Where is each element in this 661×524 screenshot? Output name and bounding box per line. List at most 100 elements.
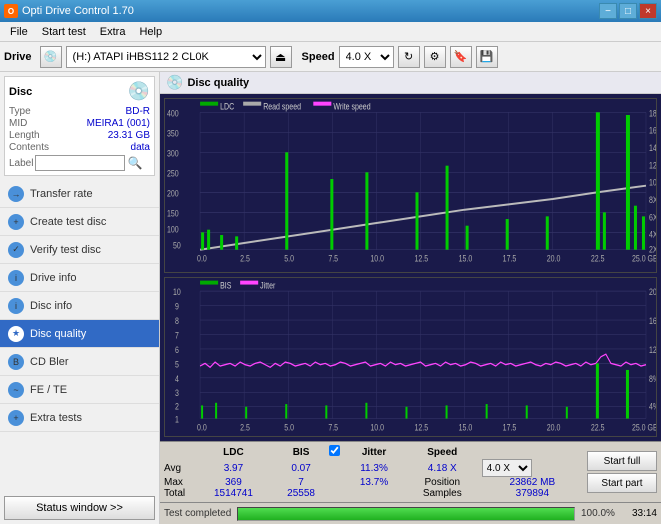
bookmark-button[interactable]: 🔖: [450, 46, 472, 68]
svg-text:8%: 8%: [649, 374, 656, 384]
svg-text:5: 5: [175, 360, 179, 370]
svg-text:12.5: 12.5: [415, 423, 429, 433]
progress-bar-container: Test completed 100.0% 33:14: [160, 502, 661, 524]
max-bis: 7: [273, 477, 329, 488]
svg-text:20.0: 20.0: [547, 254, 561, 264]
transfer-rate-icon: →: [8, 186, 24, 202]
svg-text:15.0: 15.0: [459, 423, 473, 433]
avg-ldc: 3.97: [194, 459, 273, 477]
cd-bler-icon: B: [8, 354, 24, 370]
nav-create-test-disc[interactable]: + Create test disc: [0, 208, 159, 236]
disc-contents-value: data: [131, 142, 150, 153]
svg-text:200: 200: [167, 188, 179, 198]
stats-max-row: Max 369 7 13.7% Position 23862 MB: [164, 477, 583, 488]
svg-text:8: 8: [175, 316, 179, 326]
total-ldc: 1514741: [194, 488, 273, 499]
samples-value: 379894: [482, 488, 583, 499]
progress-bar-fill: [238, 508, 574, 520]
start-part-button[interactable]: Start part: [587, 473, 657, 493]
disc-type-value: BD-R: [126, 106, 150, 117]
app-icon: O: [4, 4, 18, 18]
menu-help[interactable]: Help: [133, 24, 168, 40]
sidebar: Disc 💿 Type BD-R MID MEIRA1 (001) Length…: [0, 72, 160, 524]
toolbar: Drive 💿 (H:) ATAPI iHBS112 2 CL0K ⏏ Spee…: [0, 42, 661, 72]
disc-panel-title: Disc: [9, 86, 32, 98]
extra-tests-icon: +: [8, 410, 24, 426]
nav-cd-bler[interactable]: B CD Bler: [0, 348, 159, 376]
svg-text:25.0 GB: 25.0 GB: [632, 254, 656, 264]
stats-bar: LDC BIS Jitter Speed Avg 3.97 0.07: [160, 441, 661, 502]
ldc-chart: LDC Read speed Write speed 400 350 300 2…: [164, 98, 657, 273]
svg-text:7: 7: [175, 331, 179, 341]
disc-panel: Disc 💿 Type BD-R MID MEIRA1 (001) Length…: [4, 76, 155, 176]
disc-length-label: Length: [9, 130, 40, 141]
max-jitter: 13.7%: [345, 477, 403, 488]
svg-text:50: 50: [173, 240, 181, 250]
disc-contents-row: Contents data: [9, 142, 150, 153]
disc-panel-header: Disc 💿: [9, 81, 150, 102]
status-window-button[interactable]: Status window >>: [4, 496, 155, 520]
minimize-button[interactable]: −: [599, 3, 617, 19]
speed-select[interactable]: 4.0 X 1.0 X 2.0 X 6.0 X 8.0 X: [339, 46, 394, 68]
label-browse-btn[interactable]: 🔍: [127, 156, 142, 170]
samples-label: Samples: [403, 488, 482, 499]
progress-percent: 100.0%: [581, 508, 616, 519]
titlebar-title: O Opti Drive Control 1.70: [4, 4, 134, 18]
close-button[interactable]: ×: [639, 3, 657, 19]
disc-length-row: Length 23.31 GB: [9, 130, 150, 141]
svg-text:6X: 6X: [649, 212, 656, 222]
total-bis: 25558: [273, 488, 329, 499]
disc-label-input[interactable]: [35, 155, 125, 171]
pos-value: 23862 MB: [482, 477, 583, 488]
jitter-checkbox[interactable]: [329, 445, 340, 456]
menu-start-test[interactable]: Start test: [36, 24, 92, 40]
max-ldc: 369: [194, 477, 273, 488]
svg-text:15.0: 15.0: [459, 254, 473, 264]
svg-text:2.5: 2.5: [240, 254, 250, 264]
content-title: Disc quality: [187, 77, 249, 89]
main-layout: Disc 💿 Type BD-R MID MEIRA1 (001) Length…: [0, 72, 661, 524]
svg-text:10.0: 10.0: [370, 423, 384, 433]
disc-type-row: Type BD-R: [9, 106, 150, 117]
svg-text:2: 2: [175, 402, 179, 412]
save-button[interactable]: 💾: [476, 46, 498, 68]
nav-verify-test-disc[interactable]: ✓ Verify test disc: [0, 236, 159, 264]
menu-file[interactable]: File: [4, 24, 34, 40]
nav-drive-info[interactable]: i Drive info: [0, 264, 159, 292]
disc-image: 💿: [128, 81, 150, 102]
eject-button[interactable]: ⏏: [270, 46, 292, 68]
nav-disc-info[interactable]: i Disc info: [0, 292, 159, 320]
drive-info-icon: i: [8, 270, 24, 286]
svg-text:4: 4: [175, 374, 179, 384]
svg-text:8X: 8X: [649, 195, 656, 205]
svg-text:Read speed: Read speed: [263, 102, 301, 112]
drive-select[interactable]: (H:) ATAPI iHBS112 2 CL0K: [66, 46, 266, 68]
svg-text:5.0: 5.0: [284, 254, 294, 264]
svg-text:9: 9: [175, 302, 179, 312]
settings-button[interactable]: ⚙: [424, 46, 446, 68]
svg-text:12.5: 12.5: [415, 254, 429, 264]
fe-te-icon: ~: [8, 382, 24, 398]
stats-total-row: Total 1514741 25558 Samples 379894: [164, 488, 583, 499]
svg-text:16%: 16%: [649, 316, 656, 326]
nav-fe-te[interactable]: ~ FE / TE: [0, 376, 159, 404]
refresh-button[interactable]: ↻: [398, 46, 420, 68]
disc-quality-header-icon: 💿: [166, 74, 183, 91]
nav-disc-quality[interactable]: ★ Disc quality: [0, 320, 159, 348]
menu-extra[interactable]: Extra: [94, 24, 132, 40]
svg-text:400: 400: [167, 108, 179, 118]
svg-text:17.5: 17.5: [503, 423, 517, 433]
nav-extra-tests[interactable]: + Extra tests: [0, 404, 159, 432]
svg-text:14X: 14X: [649, 143, 656, 153]
svg-text:150: 150: [167, 208, 179, 218]
maximize-button[interactable]: □: [619, 3, 637, 19]
svg-text:20.0: 20.0: [547, 423, 561, 433]
svg-text:10X: 10X: [649, 178, 656, 188]
svg-text:LDC: LDC: [220, 102, 234, 112]
svg-text:Jitter: Jitter: [260, 281, 275, 291]
drive-icon: 💿: [40, 46, 62, 68]
nav-transfer-rate[interactable]: → Transfer rate: [0, 180, 159, 208]
max-label: Max: [164, 477, 194, 488]
speed-select-stats[interactable]: 4.0 X: [482, 459, 532, 477]
start-full-button[interactable]: Start full: [587, 451, 657, 471]
